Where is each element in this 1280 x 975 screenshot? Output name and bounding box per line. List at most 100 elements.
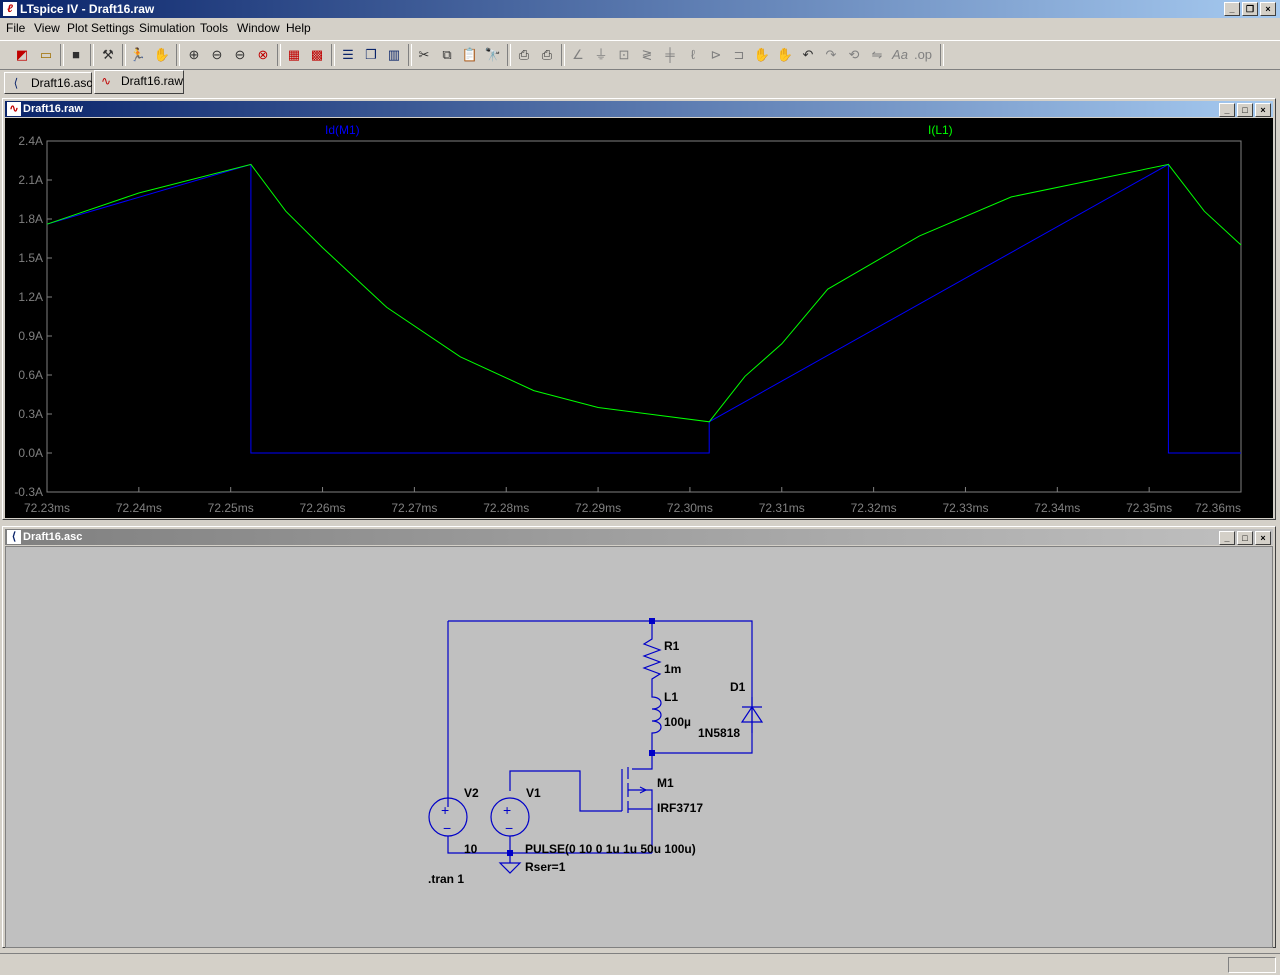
menu-window[interactable]: Window xyxy=(237,21,280,35)
plot-minimize-button[interactable]: _ xyxy=(1219,103,1235,117)
svg-text:+: + xyxy=(441,802,449,818)
restore-button[interactable]: ❐ xyxy=(1242,2,1258,16)
tile-vertical-icon[interactable]: ▥ xyxy=(384,45,404,65)
print-setup-icon[interactable]: ⎙ xyxy=(514,45,534,65)
schematic-maximize-button[interactable]: □ xyxy=(1237,531,1253,545)
v1-rser[interactable]: Rser=1 xyxy=(525,860,566,874)
spice-directive[interactable]: .tran 1 xyxy=(428,872,464,886)
r1-value[interactable]: 1m xyxy=(664,662,681,676)
menu-tools[interactable]: Tools xyxy=(200,21,228,35)
x-tick-label: 72.23ms xyxy=(24,501,70,515)
halt-icon[interactable]: ✋ xyxy=(152,45,172,65)
close-button[interactable]: × xyxy=(1260,2,1276,16)
cut-icon[interactable]: ✂ xyxy=(414,45,434,65)
zoom-fit-icon[interactable]: ⊗ xyxy=(253,45,273,65)
tab-draft16-raw[interactable]: ∿ Draft16.raw xyxy=(94,70,184,94)
x-tick-label: 72.27ms xyxy=(391,501,437,515)
schematic-minimize-button[interactable]: _ xyxy=(1219,531,1235,545)
d1-value[interactable]: 1N5818 xyxy=(698,726,740,740)
tab-draft16-asc[interactable]: ⟨ Draft16.asc xyxy=(4,72,92,94)
capacitor-icon[interactable]: ╪ xyxy=(660,45,680,65)
trace-i-l1[interactable] xyxy=(46,163,1242,423)
cascade-icon[interactable]: ❐ xyxy=(361,45,381,65)
waveform-chart[interactable]: 2.4A 2.1A 1.8A 1.5A 1.2A 0.9A 0.6A 0.3A 0.0A -0.3… xyxy=(5,118,1273,518)
menu-bar: File View Plot Settings Simulation Tools… xyxy=(0,19,1280,37)
diode-icon[interactable]: ⊳ xyxy=(706,45,726,65)
schematic-close-button[interactable]: × xyxy=(1255,531,1271,545)
zoom-in-icon[interactable]: ⊕ xyxy=(184,45,204,65)
m1-value[interactable]: IRF3717 xyxy=(657,801,703,815)
y-tick-label: 2.1A xyxy=(18,173,43,187)
waveform-icon: ∿ xyxy=(7,102,21,116)
zoom-back-icon[interactable]: ⊖ xyxy=(230,45,250,65)
text-icon[interactable]: Aa xyxy=(890,45,910,65)
run-icon[interactable]: 🏃 xyxy=(128,45,148,65)
menu-help[interactable]: Help xyxy=(286,21,311,35)
document-tabs: ⟨ Draft16.asc ∿ Draft16.raw xyxy=(0,70,1280,94)
plot-frame xyxy=(46,140,1242,493)
d1-name[interactable]: D1 xyxy=(730,680,746,694)
menu-view[interactable]: View xyxy=(34,21,60,35)
plot-area[interactable]: 2.4A 2.1A 1.8A 1.5A 1.2A 0.9A 0.6A 0.3A 0.0A -0.3… xyxy=(5,118,1273,518)
undo-icon[interactable]: ↶ xyxy=(798,45,818,65)
m1-name[interactable]: M1 xyxy=(657,776,674,790)
plot-window-titlebar: ∿ Draft16.raw _ □ × xyxy=(5,101,1273,117)
toolbar: ◩ ▭ ■ ⚒ 🏃 ✋ ⊕ ⊖ ⊖ ⊗ ▦ ▩ ☰ ❐ ▥ ✂ ⧉ 📋 🔭 ⎙ … xyxy=(0,40,1280,70)
control-panel-icon[interactable]: ⚒ xyxy=(98,45,118,65)
x-tick-label: 72.36ms xyxy=(1195,501,1241,515)
inductor-icon[interactable]: ℓ xyxy=(683,45,703,65)
trace-label-id-m1[interactable]: Id(M1) xyxy=(325,123,360,137)
r1-name[interactable]: R1 xyxy=(664,639,680,653)
component-icon[interactable]: ⊐ xyxy=(729,45,749,65)
drag-icon[interactable]: ✋ xyxy=(775,45,795,65)
spice-directive-icon[interactable]: .op xyxy=(913,45,933,65)
find-icon[interactable]: 🔭 xyxy=(483,45,503,65)
plot-close-button[interactable]: × xyxy=(1255,103,1271,117)
save-icon[interactable]: ■ xyxy=(66,45,86,65)
schematic-canvas[interactable]: + − + − R1 1m L1 100µ D1 1N5818 M1 IRF37… xyxy=(5,546,1273,948)
tab-label: Draft16.asc xyxy=(31,76,93,90)
y-tick-label: 2.4A xyxy=(18,134,43,148)
new-schematic-icon[interactable]: ◩ xyxy=(12,45,32,65)
x-tick-label: 72.28ms xyxy=(483,501,529,515)
schematic-window-titlebar: ⟨ Draft16.asc _ □ × xyxy=(5,529,1273,545)
copy-icon[interactable]: ⧉ xyxy=(437,45,457,65)
ground-icon[interactable]: ⏚ xyxy=(591,45,611,65)
schematic-window: ⟨ Draft16.asc _ □ × + − + − R1 1m L1 100… xyxy=(2,526,1276,948)
tab-label: Draft16.raw xyxy=(121,74,184,88)
schematic-icon: ⟨ xyxy=(13,76,19,90)
schematic-drawing[interactable]: + − + − R1 1m L1 100µ D1 1N5818 M1 IRF37… xyxy=(6,547,1272,947)
paste-icon[interactable]: 📋 xyxy=(460,45,480,65)
redo-icon[interactable]: ↷ xyxy=(821,45,841,65)
resistor-icon[interactable]: ≷ xyxy=(637,45,657,65)
x-tick-label: 72.24ms xyxy=(116,501,162,515)
menu-file[interactable]: File xyxy=(6,21,25,35)
v2-name[interactable]: V2 xyxy=(464,786,479,800)
wire-icon[interactable]: ∠ xyxy=(568,45,588,65)
v1-name[interactable]: V1 xyxy=(526,786,541,800)
junction xyxy=(649,618,655,624)
print-icon[interactable]: ⎙ xyxy=(537,45,557,65)
v2-value[interactable]: 10 xyxy=(464,842,478,856)
open-icon[interactable]: ▭ xyxy=(36,45,56,65)
tile-horizontal-icon[interactable]: ☰ xyxy=(338,45,358,65)
x-tick-label: 72.34ms xyxy=(1034,501,1080,515)
menu-simulation[interactable]: Simulation xyxy=(139,21,195,35)
l1-value[interactable]: 100µ xyxy=(664,715,691,729)
trace-id-m1[interactable] xyxy=(46,163,1241,454)
trace-label-i-l1[interactable]: I(L1) xyxy=(928,123,953,137)
mirror-icon[interactable]: ⇋ xyxy=(867,45,887,65)
plot-maximize-button[interactable]: □ xyxy=(1237,103,1253,117)
grid-icon[interactable]: ▩ xyxy=(307,45,327,65)
status-pane xyxy=(1228,957,1276,973)
autorange-icon[interactable]: ▦ xyxy=(284,45,304,65)
label-net-icon[interactable]: ⊡ xyxy=(614,45,634,65)
menu-plot-settings[interactable]: Plot Settings xyxy=(67,21,134,35)
rotate-icon[interactable]: ⟲ xyxy=(844,45,864,65)
move-icon[interactable]: ✋ xyxy=(752,45,772,65)
v1-value[interactable]: PULSE(0 10 0 1u 1u 50u 100u) xyxy=(525,842,696,856)
l1-name[interactable]: L1 xyxy=(664,690,678,704)
title-bar: ℓ LTspice IV - Draft16.raw _ ❐ × xyxy=(0,0,1280,18)
minimize-button[interactable]: _ xyxy=(1224,2,1240,16)
zoom-out-icon[interactable]: ⊖ xyxy=(207,45,227,65)
